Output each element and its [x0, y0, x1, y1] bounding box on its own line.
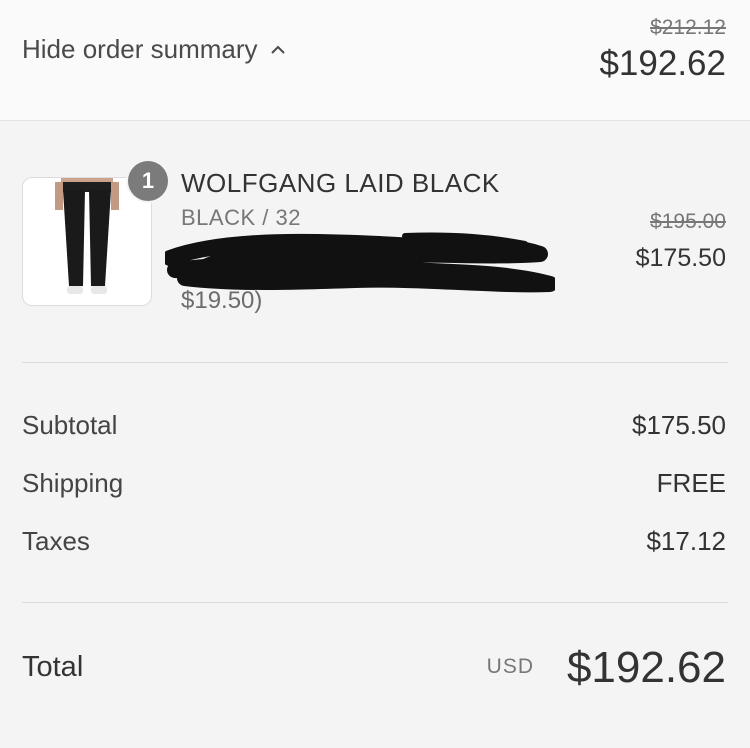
product-name: WOLFGANG LAID BLACK: [181, 168, 500, 198]
order-summary-header: Hide order summary $212.12 $192.62: [0, 0, 750, 121]
quantity-badge: 1: [128, 161, 168, 201]
taxes-value: $17.12: [646, 526, 726, 556]
shipping-value: FREE: [656, 468, 726, 498]
total-currency: USD: [486, 655, 534, 678]
divider: [22, 602, 728, 603]
total-label: Total: [22, 651, 84, 683]
discount-amount: $19.50): [181, 287, 263, 314]
pants-image: [55, 178, 119, 294]
toggle-label: Hide order summary: [22, 34, 258, 64]
product-thumbnail: [22, 177, 152, 306]
original-total: $212.12: [650, 16, 726, 39]
divider: [22, 362, 728, 363]
header-total: $192.62: [599, 44, 726, 83]
product-original-price: $195.00: [650, 210, 726, 233]
shipping-label: Shipping: [22, 468, 124, 498]
subtotal-value: $175.50: [632, 410, 726, 440]
total-amount: $192.62: [566, 643, 726, 692]
chevron-up-icon: [270, 45, 285, 54]
subtotal-label: Subtotal: [22, 410, 118, 440]
product-price: $175.50: [635, 244, 726, 272]
hide-order-summary-toggle[interactable]: Hide order summary: [22, 34, 288, 65]
taxes-label: Taxes: [22, 526, 90, 556]
